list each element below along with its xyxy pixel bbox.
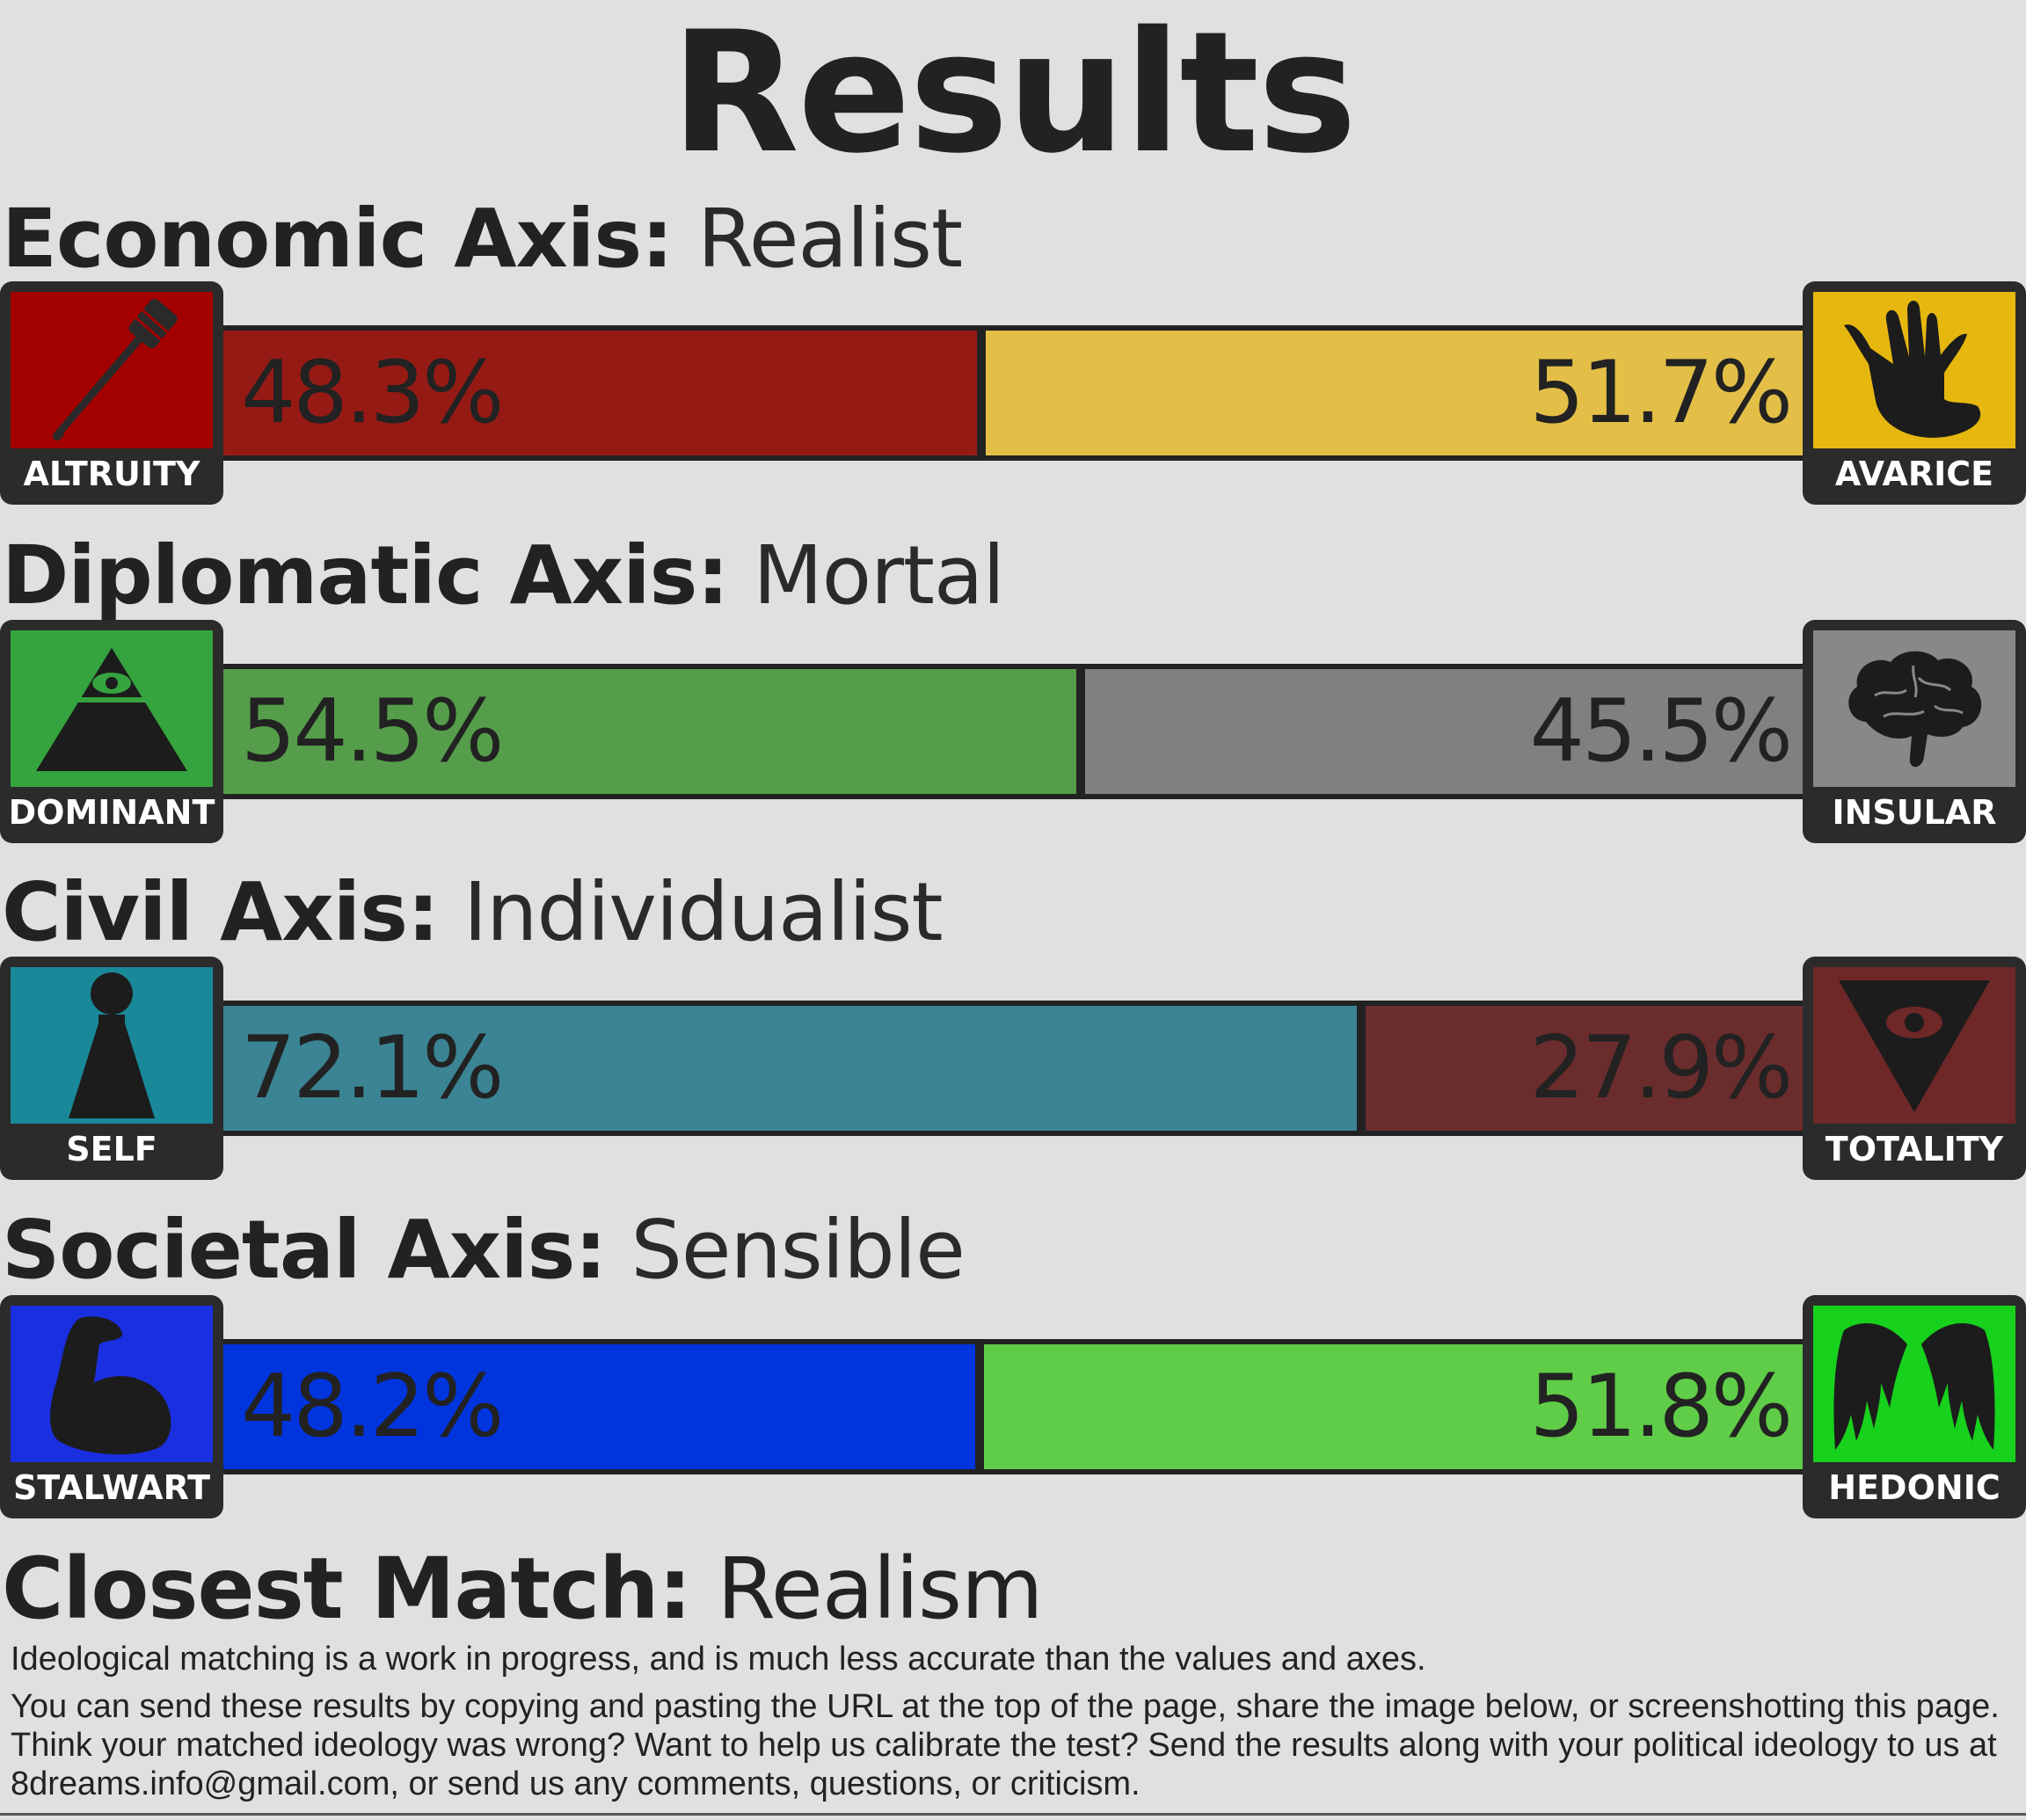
axis-label: Economic Axis:	[2, 192, 674, 286]
axis-value: Realist	[697, 192, 963, 286]
bar-track: 48.3% 51.7%	[215, 325, 1811, 461]
page-title: Results	[670, 0, 1358, 190]
closest-match-heading: Closest Match: Realism	[2, 1543, 1044, 1634]
axis-heading-economic: Economic Axis: Realist	[2, 192, 963, 286]
axis-heading-societal: Societal Axis: Sensible	[2, 1203, 966, 1297]
totality-badge: TOTALITY	[1803, 957, 2026, 1180]
avarice-badge: AVARICE	[1803, 281, 2026, 505]
icon-label: ALTRUITY	[23, 455, 200, 493]
bar-track: 48.2% 51.8%	[215, 1339, 1811, 1474]
eye-pyramid-icon	[11, 630, 213, 787]
icon-label: AVARICE	[1834, 455, 1994, 493]
axis-bar-societal: 48.2% 51.8% STALWART HEDONIC	[0, 1295, 2026, 1520]
eye-inverted-triangle-icon	[1813, 967, 2015, 1124]
bar-right-segment: 51.7%	[986, 331, 1811, 455]
percent-left: 48.2%	[241, 1357, 504, 1457]
closest-match-value: Realism	[717, 1540, 1043, 1638]
percent-right: 51.7%	[1529, 343, 1793, 443]
axis-bar-civil: 72.1% 27.9% SELF TOTALITY	[0, 957, 2026, 1182]
axis-bar-economic: 48.3% 51.7% ALTRUITY AVARICE	[0, 281, 2026, 506]
axis-heading-civil: Civil Axis: Individualist	[2, 869, 944, 957]
bar-left-segment: 48.2%	[215, 1344, 975, 1469]
pawn-figure-icon	[11, 967, 213, 1124]
percent-right: 27.9%	[1529, 1018, 1793, 1118]
hedonic-badge: HEDONIC	[1803, 1295, 2026, 1518]
axis-value: Sensible	[630, 1203, 965, 1297]
icon-label: HEDONIC	[1828, 1468, 2000, 1507]
bar-right-segment: 51.8%	[984, 1344, 1811, 1469]
toothbrush-icon	[11, 292, 213, 448]
axis-heading-diplomatic: Diplomatic Axis: Mortal	[2, 532, 1005, 620]
matching-disclaimer: Ideological matching is a work in progre…	[11, 1641, 1426, 1678]
bar-left-segment: 72.1%	[215, 1006, 1357, 1131]
grabbing-hand-icon	[1813, 292, 2015, 448]
axis-value: Mortal	[753, 528, 1004, 622]
flexed-arm-icon	[11, 1306, 213, 1462]
percent-right: 51.8%	[1529, 1357, 1793, 1457]
dominant-badge: DOMINANT	[0, 620, 223, 843]
closest-match-label: Closest Match:	[2, 1540, 692, 1638]
axis-label: Diplomatic Axis:	[2, 528, 729, 622]
bar-track: 72.1% 27.9%	[215, 1001, 1811, 1136]
percent-right: 45.5%	[1529, 681, 1793, 782]
percent-left: 72.1%	[241, 1018, 504, 1118]
altruity-badge: ALTRUITY	[0, 281, 223, 505]
axis-label: Societal Axis:	[2, 1203, 607, 1297]
percent-left: 54.5%	[241, 681, 504, 782]
insular-badge: INSULAR	[1803, 620, 2026, 843]
sharing-instructions: You can send these results by copying an…	[11, 1688, 2000, 1802]
icon-label: INSULAR	[1832, 793, 1997, 832]
percent-left: 48.3%	[241, 343, 504, 443]
wings-icon	[1813, 1306, 2015, 1462]
stalwart-badge: STALWART	[0, 1295, 223, 1518]
bar-track: 54.5% 45.5%	[215, 664, 1811, 799]
bar-left-segment: 48.3%	[215, 331, 977, 455]
brain-icon	[1813, 630, 2015, 787]
icon-label: TOTALITY	[1825, 1130, 2004, 1168]
icon-label: STALWART	[12, 1468, 211, 1507]
icon-label: SELF	[66, 1130, 157, 1168]
bottom-divider	[0, 1813, 2026, 1816]
self-badge: SELF	[0, 957, 223, 1180]
axis-label: Civil Axis:	[2, 865, 440, 959]
axis-value: Individualist	[463, 865, 944, 959]
icon-label: DOMINANT	[8, 793, 215, 832]
bar-left-segment: 54.5%	[215, 669, 1076, 794]
bar-right-segment: 45.5%	[1085, 669, 1811, 794]
bar-right-segment: 27.9%	[1366, 1006, 1811, 1131]
axis-bar-diplomatic: 54.5% 45.5% DOMINANT INSULAR	[0, 620, 2026, 845]
